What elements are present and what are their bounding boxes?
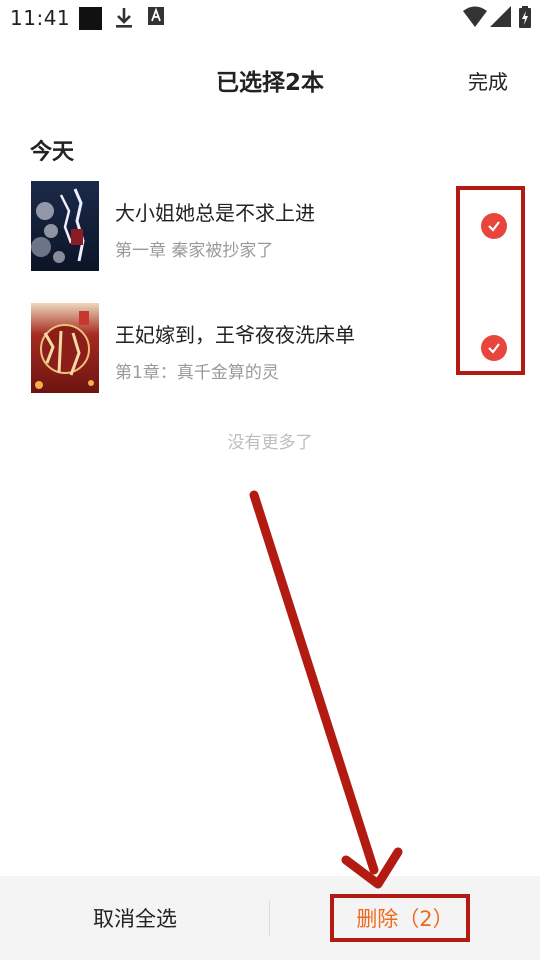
book-chapter: 第1章：真千金算的灵	[115, 363, 279, 383]
book-cover-image	[31, 303, 99, 393]
book-cover-image	[31, 181, 99, 271]
wifi-icon	[463, 6, 487, 32]
book-title: 大小姐她总是不求上进	[115, 201, 315, 225]
book-title: 王妃嫁到，王爷夜夜洗床单	[115, 323, 355, 347]
done-button[interactable]: 完成	[468, 66, 508, 95]
signal-icon	[490, 6, 512, 32]
battery-charging-icon	[519, 6, 531, 32]
font-a-icon	[148, 7, 164, 29]
status-bar: 11:41	[0, 0, 540, 36]
annotation-highlight-box	[330, 894, 470, 942]
header: 已选择2本 完成	[0, 48, 540, 108]
download-icon	[114, 7, 134, 33]
page-title: 已选择2本	[215, 70, 324, 96]
list-end-text: 没有更多了	[227, 433, 313, 453]
cancel-select-all-button[interactable]: 取消全选	[0, 876, 270, 960]
section-title-today: 今天	[30, 140, 75, 165]
annotation-highlight-box	[456, 186, 525, 375]
book-manage-screen: 11:41 已选择2本 完成 今天 大小姐她总是不求上进 第一章 秦家被抄家了 …	[0, 0, 540, 960]
book-chapter: 第一章 秦家被抄家了	[115, 241, 274, 261]
status-time: 11:41	[10, 6, 71, 30]
annotation-arrow	[249, 490, 403, 889]
notification-square-icon	[79, 7, 102, 34]
